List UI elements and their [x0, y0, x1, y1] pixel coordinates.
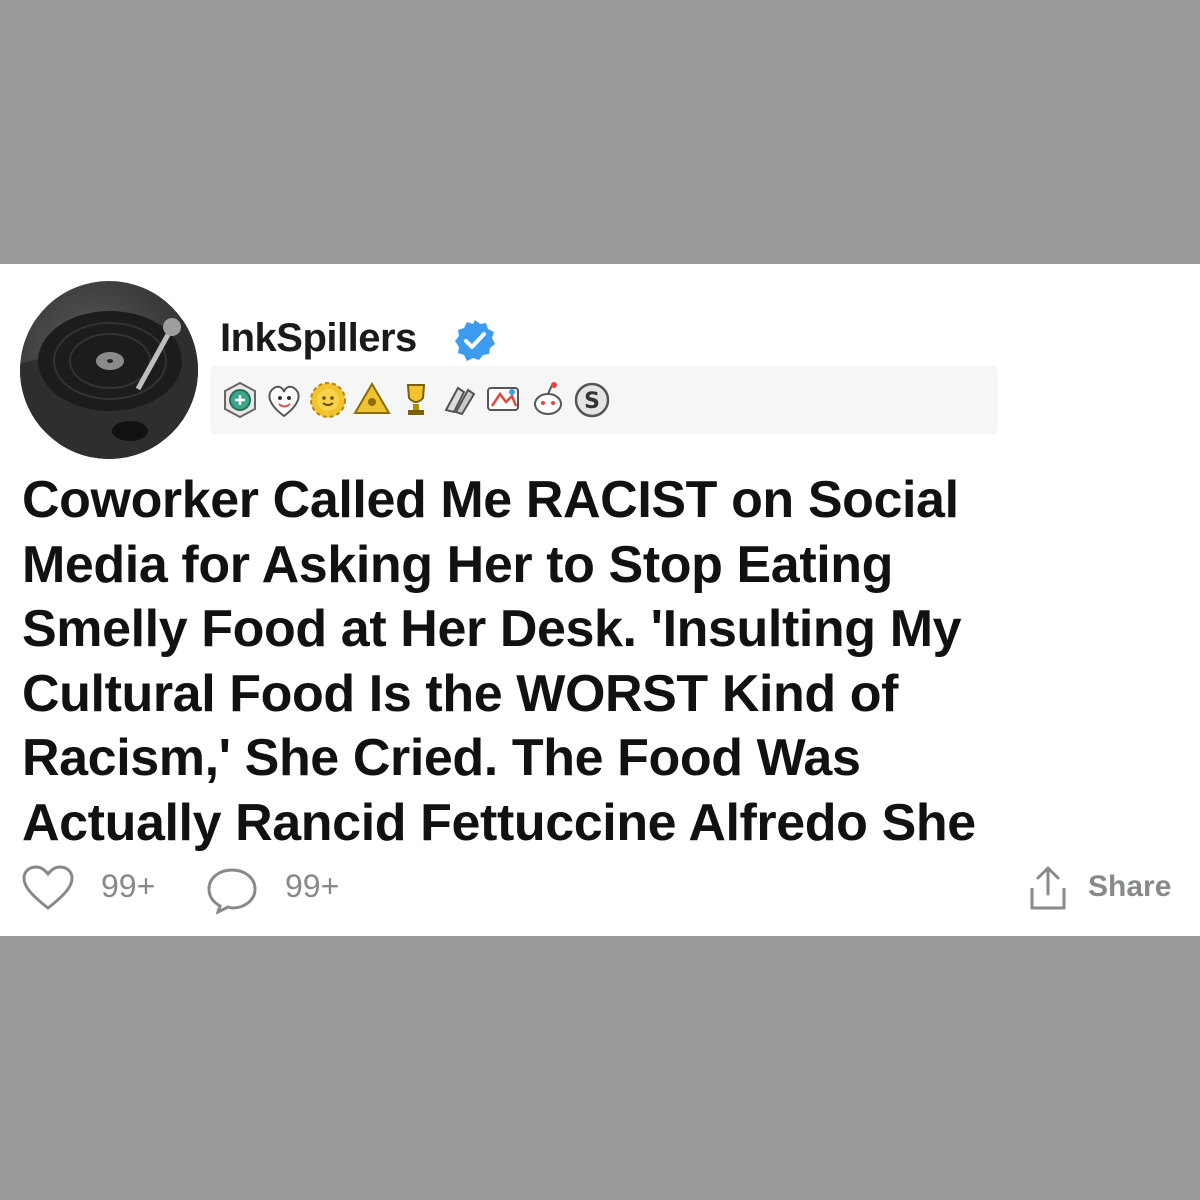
sun-award-icon[interactable]	[308, 380, 348, 420]
heart-icon[interactable]	[20, 864, 76, 912]
post-actions: 99+ 99+ Share	[0, 860, 1200, 920]
silver-trophy-award-icon[interactable]	[396, 380, 436, 420]
post-title[interactable]: Coworker Called Me RACIST on Social Medi…	[22, 468, 1187, 855]
verified-badge-icon	[455, 320, 495, 361]
comment-count: 99+	[285, 868, 340, 904]
arm-in-arm-award-icon[interactable]	[440, 380, 480, 420]
share-button[interactable]: Share	[1088, 870, 1171, 904]
title-line: Actually Rancid Fettuccine Alfredo She	[22, 793, 976, 852]
helpful-award-icon[interactable]	[220, 380, 260, 420]
title-line: Smelly Food at Her Desk. 'Insulting My	[22, 600, 962, 658]
silver-s-award-icon[interactable]: S	[572, 380, 612, 420]
wholesome-award-icon[interactable]	[264, 380, 304, 420]
like-count: 99+	[101, 868, 156, 904]
reddit-snoo-award-icon[interactable]	[528, 380, 568, 420]
gold-triangle-award-icon[interactable]	[352, 380, 392, 420]
post-card: InkSpillers S Coworker Called Me RACIST …	[0, 264, 1200, 936]
author-avatar[interactable]	[20, 281, 198, 459]
title-line: Media for Asking Her to Stop Eating	[22, 535, 894, 594]
svg-text:S: S	[584, 389, 600, 414]
share-icon[interactable]	[1026, 864, 1070, 912]
comment-icon[interactable]	[204, 866, 260, 914]
rocket-like-award-icon[interactable]	[484, 380, 524, 420]
awards-bar: S	[210, 366, 998, 434]
title-line: Cultural Food Is the WORST Kind of	[22, 664, 899, 723]
title-line: Racism,' She Cried. The Food Was	[22, 729, 861, 787]
title-line: Coworker Called Me RACIST on Social	[22, 471, 959, 529]
author-name[interactable]: InkSpillers	[220, 316, 417, 361]
